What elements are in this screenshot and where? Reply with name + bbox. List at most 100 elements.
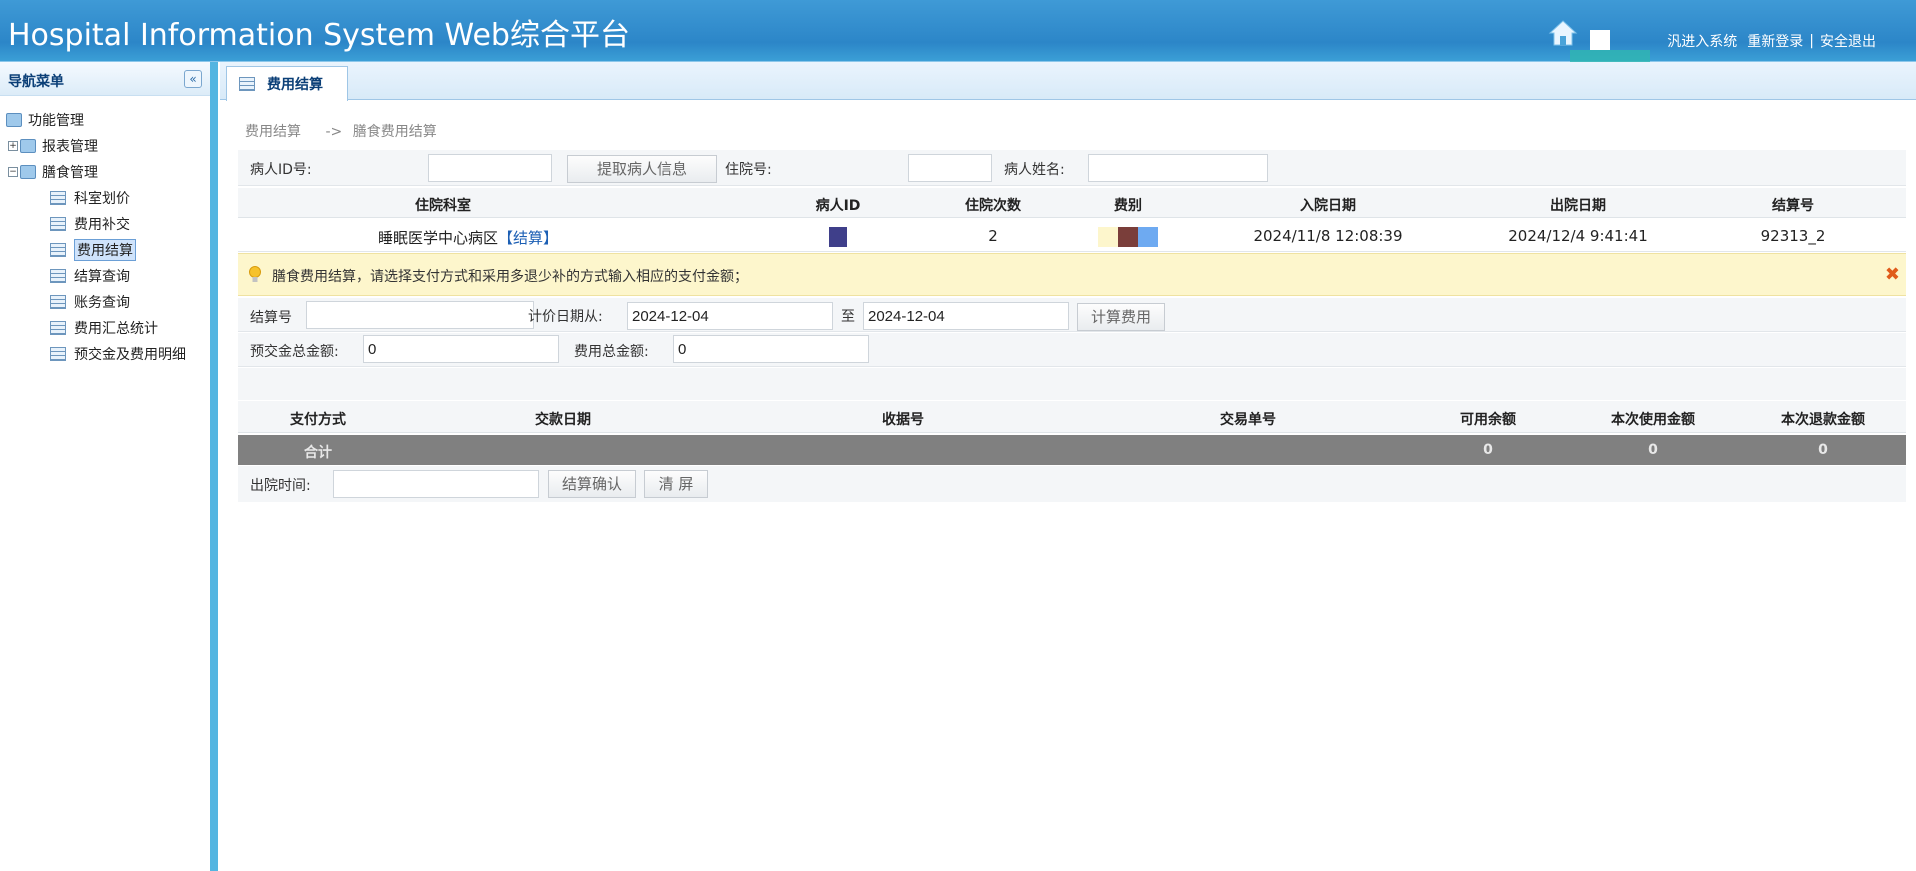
- logout-link[interactable]: 安全退出: [1820, 31, 1876, 51]
- sidebar-item-prepay-detail[interactable]: 预交金及费用明细: [6, 341, 186, 367]
- patient-name-input[interactable]: [1088, 154, 1268, 182]
- col-settle-no: 结算号: [1772, 198, 1814, 214]
- prepay-total-field: [363, 335, 559, 363]
- fee-total-label: 费用总金额:: [574, 344, 649, 360]
- tree-group-label: 膳食管理: [42, 165, 98, 181]
- sidebar-item-account-query[interactable]: 账务查询: [6, 289, 186, 315]
- patient-id-input[interactable]: [428, 154, 552, 182]
- close-icon[interactable]: ✖: [1885, 264, 1900, 285]
- breadcrumb-arrow: ->: [325, 124, 343, 140]
- table-row[interactable]: 睡眠医学中心病区【结算】 2 2024/11/8 12:08:39 2024/1…: [238, 219, 1906, 252]
- discharge-time-input[interactable]: [333, 470, 539, 498]
- department-text: 睡眠医学中心病区: [377, 229, 498, 247]
- toolbar-separator: |: [1809, 33, 1814, 49]
- sidebar-item-label: 科室划价: [74, 191, 130, 207]
- table-icon: [50, 269, 66, 283]
- col-trade-no: 交易单号: [1220, 412, 1276, 428]
- total-label: 合计: [304, 445, 332, 461]
- cell-patient-id: [758, 227, 918, 247]
- patient-id-label: 病人ID号:: [250, 162, 312, 178]
- cell-department: 睡眠医学中心病区【结算】: [318, 227, 618, 248]
- total-refund: 0: [1818, 442, 1828, 458]
- patient-name-label: 病人姓名:: [1004, 162, 1065, 178]
- tree-root[interactable]: 功能管理: [6, 107, 186, 133]
- tab-label: 费用结算: [267, 77, 323, 93]
- total-used: 0: [1648, 442, 1658, 458]
- payment-table-header: 支付方式 交款日期 收据号 交易单号 可用余额 本次使用金额 本次退款金额: [238, 401, 1906, 433]
- alert-message: 膳食费用结算，请选择支付方式和采用多退少补的方式输入相应的支付金额；: [272, 269, 748, 285]
- sidebar-item-dept-pricing[interactable]: 科室划价: [6, 185, 186, 211]
- sidebar-header: 导航菜单 «: [0, 62, 210, 96]
- sidebar-item-label: 费用汇总统计: [74, 321, 158, 337]
- col-used: 本次使用金额: [1611, 412, 1695, 428]
- folder-open-icon: [20, 165, 36, 179]
- sidebar-item-fee-settlement[interactable]: 费用结算: [6, 237, 186, 263]
- col-discharge-date: 出院日期: [1550, 198, 1606, 214]
- calc-row: 结算号 计价日期从: 至 计算费用: [238, 298, 1906, 332]
- sidebar-item-fee-supplement[interactable]: 费用补交: [6, 211, 186, 237]
- date-to-label: 至: [841, 309, 855, 325]
- col-pay-date: 交款日期: [535, 412, 591, 428]
- folder-icon: [20, 139, 36, 153]
- tree-group-label: 报表管理: [42, 139, 98, 155]
- folder-open-icon: [6, 113, 22, 127]
- tab-fee-settlement[interactable]: 费用结算: [226, 66, 348, 101]
- nav-tree: 功能管理 + 报表管理 − 膳食管理 科室划价 费用补交 费用结算 结算查询 账…: [6, 107, 186, 367]
- discharge-time-label: 出院时间:: [250, 478, 311, 494]
- col-department: 住院科室: [415, 198, 471, 214]
- settle-confirm-button[interactable]: 结算确认: [548, 470, 636, 498]
- col-visits: 住院次数: [965, 198, 1021, 214]
- col-available: 可用余额: [1460, 412, 1516, 428]
- info-alert: 膳食费用结算，请选择支付方式和采用多退少补的方式输入相应的支付金额； ✖: [238, 253, 1906, 296]
- relogin-link[interactable]: 重新登录: [1747, 31, 1803, 51]
- cell-discharge-date: 2024/12/4 9:41:41: [1508, 227, 1648, 245]
- expand-icon[interactable]: +: [8, 141, 18, 151]
- sidebar: 导航菜单 « 功能管理 + 报表管理 − 膳食管理 科室划价 费用补交 费用结算: [0, 62, 218, 871]
- date-to-input[interactable]: [863, 302, 1069, 330]
- sidebar-item-settlement-query[interactable]: 结算查询: [6, 263, 186, 289]
- app-title: Hospital Information System Web综合平台: [8, 18, 630, 53]
- patient-table-header: 住院科室 病人ID 住院次数 费别 入院日期 出院日期 结算号: [238, 188, 1906, 218]
- cell-settle-no: 92313_2: [1760, 227, 1826, 245]
- cell-admit-date: 2024/11/8 12:08:39: [1253, 227, 1403, 245]
- tab-bar: 费用结算: [220, 62, 1916, 101]
- prepay-total-label: 预交金总金额:: [250, 344, 339, 360]
- breadcrumb-part1: 费用结算: [245, 124, 301, 140]
- breadcrumb-part2: 膳食费用结算: [352, 124, 437, 140]
- cell-visits: 2: [988, 227, 998, 245]
- tree-group-reports[interactable]: + 报表管理: [6, 133, 186, 159]
- patient-search-row: 病人ID号: 提取病人信息 住院号: 病人姓名:: [238, 150, 1906, 186]
- table-icon: [239, 77, 255, 91]
- col-receipt-no: 收据号: [882, 412, 924, 428]
- fee-total-field: [673, 335, 869, 363]
- settle-no-label: 结算号: [250, 310, 292, 326]
- cell-fee-type: [1078, 227, 1178, 247]
- inpatient-no-input[interactable]: [908, 154, 992, 182]
- col-admit-date: 入院日期: [1300, 198, 1356, 214]
- date-from-input[interactable]: [627, 302, 833, 330]
- sidebar-item-fee-summary[interactable]: 费用汇总统计: [6, 315, 186, 341]
- settle-no-input[interactable]: [306, 301, 534, 329]
- spacer-row: [238, 368, 1906, 400]
- col-patient-id: 病人ID: [815, 198, 861, 214]
- tree-root-label: 功能管理: [28, 113, 84, 129]
- collapse-sidebar-icon[interactable]: «: [184, 70, 202, 88]
- col-refund: 本次退款金额: [1781, 412, 1865, 428]
- settle-link[interactable]: 【结算】: [498, 229, 558, 247]
- total-row: 合计 0 0 0: [238, 435, 1906, 465]
- collapse-icon[interactable]: −: [8, 167, 18, 177]
- enter-system-link[interactable]: 汎进入系统: [1667, 31, 1737, 51]
- table-icon: [50, 243, 66, 257]
- sidebar-item-label: 费用结算: [74, 239, 136, 261]
- table-icon: [50, 217, 66, 231]
- fetch-patient-button[interactable]: 提取病人信息: [567, 155, 717, 183]
- tree-group-diet[interactable]: − 膳食管理: [6, 159, 186, 185]
- table-icon: [50, 191, 66, 205]
- calc-fee-button[interactable]: 计算费用: [1077, 303, 1165, 331]
- app-header: Hospital Information System Web综合平台 汎进入系…: [0, 0, 1916, 70]
- sidebar-title: 导航菜单: [8, 74, 64, 90]
- amounts-row: 预交金总金额: 费用总金额:: [238, 333, 1906, 367]
- sidebar-item-label: 账务查询: [74, 295, 130, 311]
- table-icon: [50, 295, 66, 309]
- clear-screen-button[interactable]: 清 屏: [644, 470, 708, 498]
